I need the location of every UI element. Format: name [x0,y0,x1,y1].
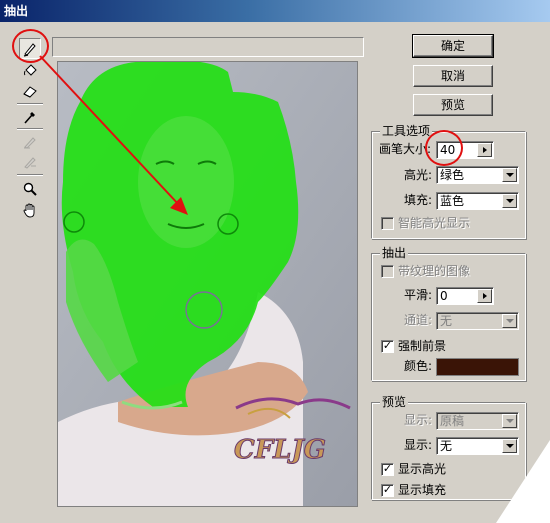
channel-dropdown-arrow[interactable] [502,314,517,328]
cleanup-tool[interactable] [19,131,41,152]
fill-label: 填充: [403,193,432,207]
eraser-tool[interactable] [19,80,41,101]
eraser-icon [23,85,37,98]
image-canvas[interactable]: CFLJG [57,61,358,507]
chevron-down-icon [505,173,514,177]
annotation-circle [425,130,463,166]
show-fill-checkbox[interactable]: ✓ [381,484,394,497]
fill-value: 蓝色 [440,194,465,208]
smart-highlight-checkbox[interactable] [381,217,394,230]
display-select[interactable]: 无 [436,437,519,455]
highlight-select[interactable]: 绿色 [436,166,519,184]
extraction-title: 抽出 [380,246,409,260]
chevron-down-icon [505,199,514,203]
color-label: 颜色: [403,359,432,373]
chevron-down-icon [505,444,514,448]
show-highlight-checkbox[interactable]: ✓ [381,463,394,476]
show-select[interactable]: 原稿 [436,412,519,430]
status-bar [52,37,364,57]
display-value: 无 [440,439,453,453]
smart-highlight-label: 智能高光显示 [398,216,471,230]
foreground-color-swatch[interactable] [436,358,519,376]
chevron-down-icon [505,419,514,423]
title-bar: 抽出 [0,0,550,22]
brush-size-arrow[interactable] [477,143,492,157]
edge-touchup-icon [24,156,36,169]
show-value: 原稿 [440,414,465,428]
smooth-label: 平滑: [403,288,432,302]
show-highlight-label: 显示高光 [398,462,447,476]
channel-select[interactable]: 无 [436,312,519,330]
zoom-icon [23,182,37,196]
toolbar-separator [17,128,43,130]
fill-bucket-icon [24,63,37,76]
channel-label: 通道: [403,313,432,327]
edge-touchup-tool[interactable] [19,151,41,172]
tool-options-title: 工具选项 [380,124,433,138]
cleanup-tool-icon [24,136,36,149]
show-dropdown-arrow[interactable] [502,414,517,428]
highlight-value: 绿色 [440,168,465,182]
textured-image-checkbox[interactable] [381,265,394,278]
brush-size-label: 画笔大小: [379,142,432,156]
hand-icon [23,203,35,217]
annotation-circle [12,29,49,63]
arrow-right-icon [482,293,487,299]
show-label: 显示: [403,413,432,427]
photo-preview: CFLJG [58,62,357,506]
fill-dropdown-arrow[interactable] [502,194,517,208]
window-title: 抽出 [4,4,29,18]
force-foreground-label: 强制前景 [398,339,447,353]
force-foreground-checkbox[interactable]: ✓ [381,340,394,353]
highlight-dropdown-arrow[interactable] [502,168,517,182]
highlight-label: 高光: [403,168,432,182]
hand-tool[interactable] [19,199,41,220]
arrow-right-icon [482,147,487,153]
chevron-down-icon [505,319,514,323]
fill-tool[interactable] [19,60,41,81]
eyedropper-tool[interactable] [19,106,41,127]
extract-dialog: 抽出 CFLJG 确定 取消 预览 工具选项 画笔大小: 40 高光: 绿色 填… [0,0,550,523]
display-label: 显示: [403,438,432,452]
toolbar-separator [17,174,43,176]
textured-image-label: 带纹理的图像 [398,264,471,278]
smooth-field[interactable]: 0 [436,287,494,305]
toolbar-separator [17,103,43,105]
show-fill-label: 显示填充 [398,483,447,497]
channel-value: 无 [440,314,453,328]
cancel-button[interactable]: 取消 [413,65,493,87]
smooth-value: 0 [440,289,448,303]
ok-button[interactable]: 确定 [412,34,494,58]
watermark-text: CFLJG [234,435,326,465]
preview-group-title: 预览 [380,395,409,409]
zoom-tool[interactable] [19,178,41,199]
smooth-arrow[interactable] [477,289,492,303]
preview-button[interactable]: 预览 [413,94,493,116]
eyedropper-icon [24,111,35,124]
fill-select[interactable]: 蓝色 [436,192,519,210]
display-dropdown-arrow[interactable] [502,439,517,453]
